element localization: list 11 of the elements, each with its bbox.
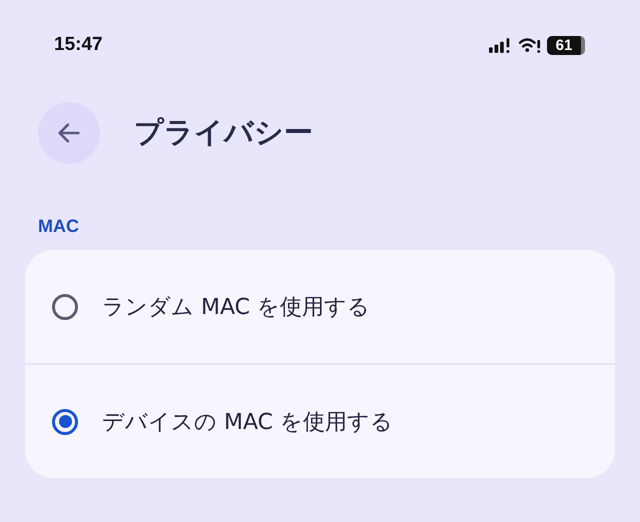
page-title: プライバシー — [134, 114, 313, 151]
option-label: ランダム MAC を使用する — [102, 294, 370, 322]
radio-button[interactable] — [52, 408, 78, 434]
radio-option[interactable]: デバイスの MAC を使用する — [25, 365, 615, 478]
radio-button[interactable] — [52, 294, 78, 320]
option-label: デバイスの MAC を使用する — [102, 408, 393, 436]
wifi-icon — [519, 38, 541, 52]
radio-option[interactable]: ランダム MAC を使用する — [25, 250, 615, 363]
section-heading: MAC — [37, 216, 80, 237]
status-time: 15:47 — [54, 34, 103, 56]
battery-level: 61 — [556, 36, 572, 54]
